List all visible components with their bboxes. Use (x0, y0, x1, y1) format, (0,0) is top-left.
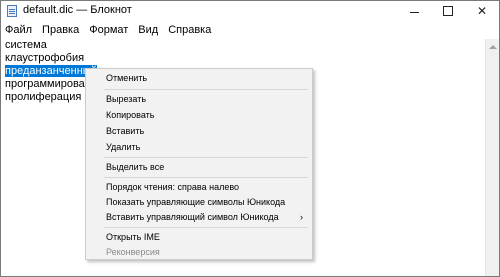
menu-item-cut[interactable]: Вырезать (86, 92, 312, 107)
text-line: клаустрофобия (5, 52, 85, 64)
scroll-up-arrow-icon[interactable] (489, 45, 497, 49)
menu-item-open-ime[interactable]: Открыть IME (86, 230, 312, 245)
vertical-scrollbar[interactable] (485, 39, 499, 276)
menu-item-show-unicode-control-chars[interactable]: Показать управляющие символы Юникода (86, 195, 312, 210)
menu-separator (104, 177, 308, 178)
window-title: default.dic — Блокнот (23, 4, 132, 16)
menu-item-label: Вставить управляющий символ Юникода (106, 212, 279, 222)
menu-separator (104, 157, 308, 158)
text-line: пролиферация (5, 91, 82, 103)
maximize-icon (443, 6, 453, 16)
menu-item-paste[interactable]: Вставить (86, 124, 312, 139)
selected-text-line: преданзанченный (5, 65, 97, 78)
menu-item-copy[interactable]: Копировать (86, 108, 312, 123)
menu-item-rtl-reading-order[interactable]: Порядок чтения: справа налево (86, 180, 312, 195)
menu-bar: Файл Правка Формат Вид Справка (1, 21, 499, 39)
maximize-button[interactable] (431, 1, 465, 21)
menu-file[interactable]: Файл (1, 21, 37, 39)
context-menu: Отменить Вырезать Копировать Вставить Уд… (85, 68, 313, 260)
close-button[interactable]: ✕ (465, 1, 499, 21)
menu-item-reconversion: Реконверсия (106, 247, 160, 257)
menu-view[interactable]: Вид (133, 21, 163, 39)
text-line: программирован (5, 78, 91, 90)
menu-edit[interactable]: Правка (37, 21, 84, 39)
menu-item-select-all[interactable]: Выделить все (86, 160, 312, 175)
minimize-icon (409, 11, 419, 13)
text-selection: преданзанченный (5, 65, 97, 77)
menu-separator (104, 89, 308, 90)
chevron-right-icon: › (300, 212, 303, 222)
menu-item-delete[interactable]: Удалить (86, 140, 312, 155)
menu-separator (104, 227, 308, 228)
notepad-app-icon (7, 5, 17, 17)
menu-format[interactable]: Формат (84, 21, 133, 39)
menu-help[interactable]: Справка (163, 21, 216, 39)
text-line: система (5, 39, 47, 51)
title-bar[interactable]: default.dic — Блокнот ✕ (1, 1, 499, 21)
menu-item-undo[interactable]: Отменить (86, 71, 312, 86)
menu-item-insert-unicode-control-char[interactable]: Вставить управляющий символ Юникода › (86, 210, 312, 225)
close-icon: ✕ (476, 4, 488, 18)
minimize-button[interactable] (397, 1, 431, 21)
